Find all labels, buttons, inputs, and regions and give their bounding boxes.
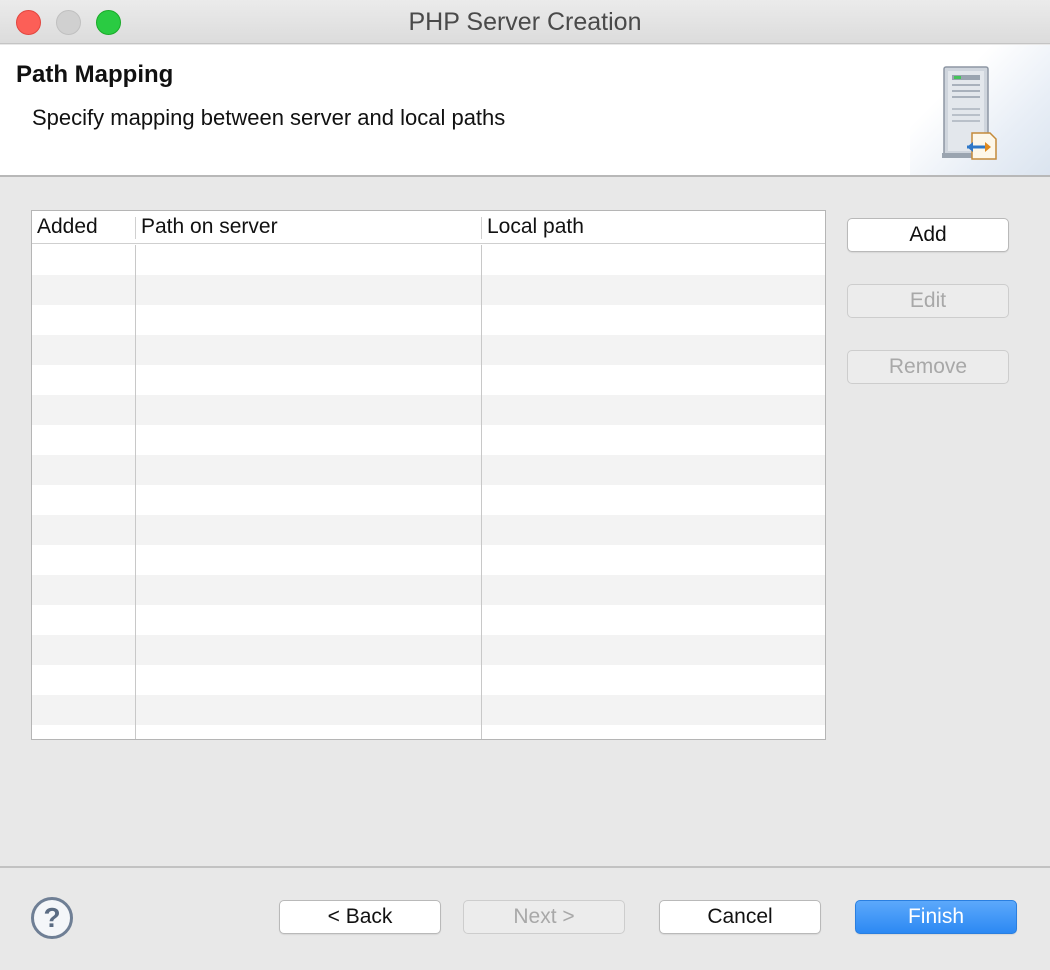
empty-row (32, 275, 825, 305)
column-divider[interactable] (481, 217, 482, 239)
back-button[interactable]: < Back (279, 900, 441, 934)
column-header-local-path[interactable]: Local path (487, 215, 584, 239)
finish-button[interactable]: Finish (855, 900, 1017, 934)
edit-button[interactable]: Edit (847, 284, 1009, 318)
empty-row (32, 395, 825, 425)
page-title: Path Mapping (16, 61, 174, 88)
wizard-banner: Path Mapping Specify mapping between ser… (0, 45, 1050, 177)
column-grid-line (135, 245, 136, 739)
empty-row (32, 545, 825, 575)
table-body (32, 245, 825, 739)
banner-art (910, 45, 1050, 175)
cancel-button[interactable]: Cancel (659, 900, 821, 934)
empty-row (32, 635, 825, 665)
path-mapping-table[interactable]: Added Path on server Local path (31, 210, 826, 740)
remove-button[interactable]: Remove (847, 350, 1009, 384)
empty-row (32, 575, 825, 605)
page-description: Specify mapping between server and local… (32, 105, 506, 130)
empty-row (32, 515, 825, 545)
column-grid-line (481, 245, 482, 739)
server-icon (942, 66, 997, 160)
empty-row (32, 605, 825, 635)
empty-row (32, 245, 825, 275)
title-bar: PHP Server Creation (0, 0, 1050, 44)
window-title: PHP Server Creation (408, 8, 642, 36)
column-divider[interactable] (135, 217, 136, 239)
empty-row (32, 365, 825, 395)
table-header: Added Path on server Local path (32, 211, 825, 244)
empty-row (32, 305, 825, 335)
empty-row (32, 425, 825, 455)
help-icon[interactable]: ? (31, 897, 73, 939)
empty-row (32, 725, 825, 739)
next-button[interactable]: Next > (463, 900, 625, 934)
empty-row (32, 485, 825, 515)
add-button[interactable]: Add (847, 218, 1009, 252)
empty-row (32, 335, 825, 365)
empty-row (32, 665, 825, 695)
column-header-added[interactable]: Added (37, 215, 98, 239)
footer-separator (0, 866, 1050, 868)
empty-row (32, 455, 825, 485)
empty-row (32, 695, 825, 725)
column-header-path-on-server[interactable]: Path on server (141, 215, 278, 239)
